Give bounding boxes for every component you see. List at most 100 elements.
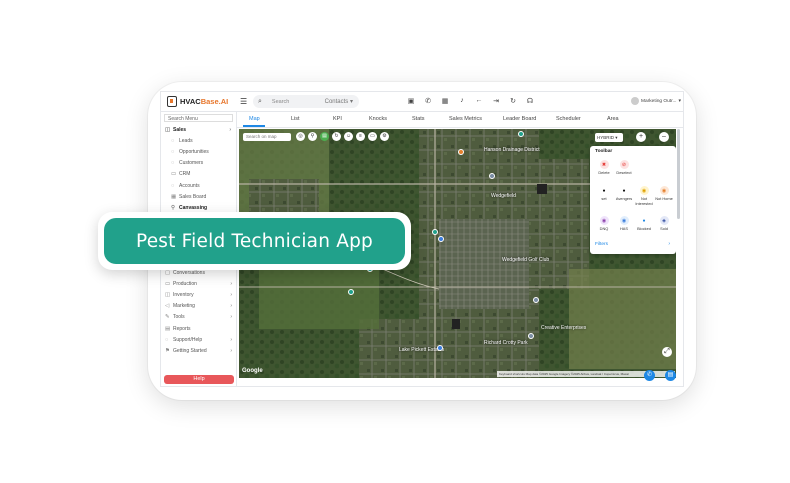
sidebar-item-leads[interactable]: ◌ Leads: [161, 135, 236, 146]
phone-icon[interactable]: ✆: [644, 370, 655, 381]
sidebar-item-inventory[interactable]: ◫ Inventory ›: [161, 289, 237, 300]
person-icon[interactable]: ☺: [344, 132, 353, 141]
tab-sales-metrics[interactable]: Sales Metrics: [449, 116, 482, 122]
leads-icon: ◌: [171, 137, 175, 144]
sidebar-item-opportunities[interactable]: ◌ Opportunities: [161, 146, 236, 157]
sidebar-item-sales-board[interactable]: ▦ Sales Board: [161, 191, 236, 202]
map-type-select[interactable]: HYBRID ▾: [595, 133, 623, 142]
sms-icon[interactable]: ▣: [407, 97, 415, 105]
map-pin[interactable]: [518, 131, 524, 137]
status-not-interested-button[interactable]: ◉ Not Interested: [634, 186, 654, 206]
chevron-right-icon: ›: [230, 291, 232, 298]
sidebar-item-label: Inventory: [173, 291, 194, 298]
status-has-button[interactable]: ◉ HAS: [614, 216, 634, 231]
tab-scheduler[interactable]: Scheduler: [556, 116, 581, 122]
user-menu[interactable]: Marketing Outr... ▾: [631, 97, 681, 105]
headset-icon[interactable]: ☊: [526, 97, 534, 105]
bell-icon[interactable]: ♪: [458, 97, 466, 105]
sidebar-item-label: Leads: [179, 137, 193, 144]
tab-list[interactable]: List: [291, 116, 300, 122]
pin-icon[interactable]: ⚲: [308, 132, 317, 141]
map-pin[interactable]: [432, 229, 438, 235]
map-pin[interactable]: [489, 173, 495, 179]
tab-area[interactable]: Area: [607, 116, 619, 122]
sidebar-item-reports[interactable]: ▤ Reports: [161, 323, 237, 334]
app-logo[interactable]: HVACBase.AI: [167, 96, 228, 107]
back-icon[interactable]: ←: [475, 97, 483, 105]
fullscreen-icon[interactable]: ⤢: [662, 347, 672, 357]
zoom-in-icon[interactable]: +: [636, 132, 646, 142]
pin-icon: ●: [602, 187, 606, 194]
sidebar-search-input[interactable]: Search Menu: [164, 114, 233, 122]
layers-icon[interactable]: ▤: [320, 132, 329, 141]
toolbar-title: Toolbar: [595, 149, 613, 154]
deselect-button[interactable]: ⊘ Deselect: [614, 160, 634, 175]
calendar-icon[interactable]: ▦: [441, 97, 449, 105]
sidebar-item-getting-started[interactable]: ⚑ Getting Started ›: [161, 345, 237, 356]
shield-icon: ◈: [659, 216, 669, 225]
map-label: Wedgefield: [491, 193, 516, 199]
chevron-right-icon: ›: [668, 241, 670, 247]
status-set-button[interactable]: ● set: [594, 186, 614, 202]
tab-leader-board[interactable]: Leader Board: [503, 116, 536, 122]
map-pin[interactable]: [533, 297, 539, 303]
chat-icon[interactable]: ▭: [368, 132, 377, 141]
status-sold-button[interactable]: ◈ Sold: [654, 216, 674, 231]
sidebar-item-label: CRM: [179, 171, 191, 178]
header-tools: ▣ ✆ ▦ ♪ ← ⇥ ↻ ☊: [407, 97, 534, 105]
refresh-icon[interactable]: ↻: [332, 132, 341, 141]
zoom-out-icon[interactable]: –: [659, 132, 669, 142]
sidebar-item-crm[interactable]: ▭ CRM: [161, 169, 236, 180]
search-icon: ⌕: [258, 97, 262, 105]
search-input[interactable]: Search: [272, 99, 289, 105]
tab-map[interactable]: Map: [249, 116, 260, 122]
phone-icon[interactable]: ✆: [424, 97, 432, 105]
pin-icon: ◉: [599, 216, 609, 225]
menu-icon[interactable]: ☰: [240, 97, 247, 106]
exit-icon[interactable]: ⇥: [492, 97, 500, 105]
sidebar-item-customers[interactable]: ◌ Customers: [161, 158, 236, 169]
status-blocked-button[interactable]: ● Blocked: [634, 216, 654, 232]
chevron-down-icon: ▾: [678, 98, 681, 104]
sidebar-item-sales[interactable]: ◫ Sales ›: [161, 124, 236, 135]
map-action-buttons: ◎ ⚲ ▤ ↻ ☺ ≡ ▭ ⚙: [296, 132, 389, 141]
sidebar-item-accounts[interactable]: ◌ Accounts: [161, 180, 236, 191]
status-dnq-button[interactable]: ◉ DNQ: [594, 216, 614, 231]
toolbar-panel: Toolbar ✖ Delete ⊘ Deselect ● set ● Avengers…: [590, 146, 676, 254]
status-avengers-button[interactable]: ● Avengers: [614, 186, 634, 202]
settings-icon[interactable]: ⚙: [380, 132, 389, 141]
stage: HVACBase.AI ☰ ⌕ Search Contacts ▾ ▣ ✆ ▦ …: [0, 0, 790, 483]
tab-knocks[interactable]: Knocks: [369, 116, 387, 122]
wrench-icon: ✎: [165, 314, 170, 321]
sidebar-item-support[interactable]: ◌ Support/Help ›: [161, 334, 237, 345]
search-scope-select[interactable]: Contacts: [325, 99, 349, 105]
help-button[interactable]: Help: [164, 375, 234, 384]
message-icon[interactable]: ▤: [665, 370, 676, 381]
map-pin[interactable]: [438, 236, 444, 242]
banner-title: Pest Field Technician App: [136, 230, 373, 252]
refresh-icon[interactable]: ↻: [509, 97, 517, 105]
status-not-home-button[interactable]: ◉ Not Home: [654, 186, 674, 201]
map-pin[interactable]: [528, 333, 534, 339]
sidebar-item-label: Accounts: [179, 182, 200, 189]
map-search-input[interactable]: Search on map: [243, 133, 291, 141]
locate-icon[interactable]: ◎: [296, 132, 305, 141]
map-pin[interactable]: [458, 149, 464, 155]
tab-kpi[interactable]: KPI: [333, 116, 342, 122]
map-pin[interactable]: [348, 289, 354, 295]
delete-button[interactable]: ✖ Delete: [594, 160, 614, 175]
toolbar-item-label: set: [601, 196, 607, 201]
filters-link[interactable]: Filters: [595, 242, 608, 247]
list-icon[interactable]: ≡: [356, 132, 365, 141]
global-search[interactable]: ⌕ Search Contacts ▾: [253, 95, 359, 108]
tab-stats[interactable]: Stats: [412, 116, 425, 122]
sidebar-item-tools[interactable]: ✎ Tools ›: [161, 312, 237, 323]
sidebar-item-label: Canvassing: [179, 204, 208, 211]
map-pin[interactable]: [437, 345, 443, 351]
deselect-icon: ⊘: [619, 160, 629, 169]
google-logo: Google: [242, 368, 263, 374]
scrollbar[interactable]: [677, 129, 680, 219]
sidebar-item-marketing[interactable]: ◁ Marketing ›: [161, 301, 237, 312]
user-name: Marketing Outr...: [641, 98, 677, 104]
sidebar-item-production[interactable]: ▭ Production ›: [161, 278, 237, 289]
